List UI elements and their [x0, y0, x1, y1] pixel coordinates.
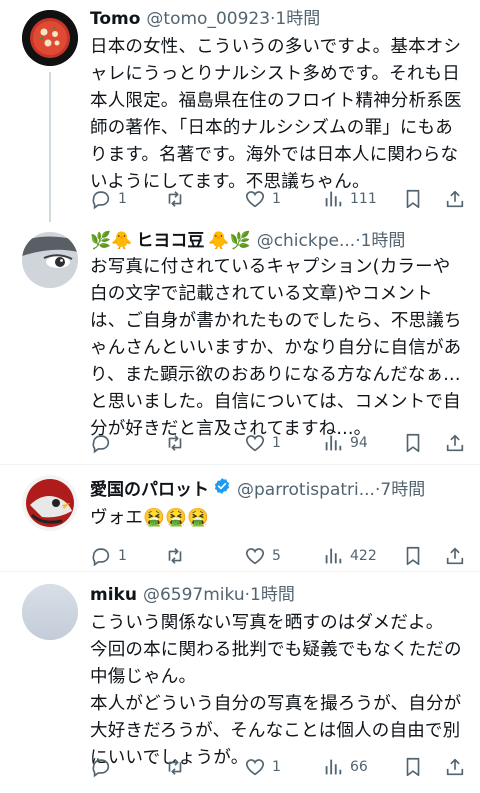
- like-count: 1: [272, 191, 281, 207]
- bookmark-button[interactable]: [402, 188, 424, 210]
- avatar[interactable]: [22, 232, 78, 288]
- timestamp[interactable]: ·1時間: [245, 584, 295, 606]
- username[interactable]: @tomo_00923: [146, 8, 270, 30]
- retweet-button[interactable]: [164, 432, 192, 454]
- tweet-header: 愛国のパロット @parrotispatri... ·7時間: [90, 465, 480, 501]
- retweet-button[interactable]: [164, 756, 192, 778]
- display-name[interactable]: 愛国のパロット: [90, 479, 209, 501]
- like-button[interactable]: 1: [244, 432, 281, 454]
- reply-button[interactable]: [90, 432, 118, 454]
- bookmark-button[interactable]: [402, 432, 424, 454]
- action-bar: 1 1 111: [90, 182, 480, 222]
- retweet-button[interactable]: [164, 545, 192, 567]
- display-name[interactable]: ヒヨコ豆: [136, 230, 204, 252]
- tweet-text: こういう関係ない写真を晒すのはダメだよ。 今回の本に関わる批判でも疑義でもなくた…: [90, 613, 462, 768]
- bookmark-icon: [406, 189, 420, 209]
- bookmark-icon: [406, 433, 420, 453]
- action-bar: 1 66: [90, 750, 480, 790]
- username[interactable]: @parrotispatri...: [237, 479, 375, 501]
- retweet-icon: [168, 759, 182, 775]
- bookmark-icon: [406, 546, 420, 566]
- share-icon: [446, 758, 464, 776]
- bookmark-button[interactable]: [402, 756, 424, 778]
- like-count: 5: [272, 548, 281, 564]
- share-button[interactable]: [444, 756, 466, 778]
- avatar[interactable]: [22, 475, 78, 531]
- reply-icon: [92, 191, 110, 210]
- tweet-text: 日本の女性、こういうの多いですよ。基本オシャレにうっとりナルシスト多めです。それ…: [90, 37, 462, 192]
- reply-button[interactable]: 1: [90, 545, 127, 567]
- views-count: 94: [350, 435, 368, 451]
- tweet[interactable]: 愛国のパロット @parrotispatri... ·7時間 ヴォエ🤮🤮🤮 1 …: [0, 465, 480, 571]
- name-emoji-prefix: 🌿🐥: [90, 231, 133, 251]
- like-button[interactable]: 5: [244, 545, 281, 567]
- username[interactable]: @chickpe...: [257, 230, 356, 252]
- views-icon: [325, 548, 342, 564]
- tweet-header: miku @6597miku ·1時間: [90, 572, 480, 606]
- username[interactable]: @6597miku: [143, 584, 245, 606]
- bookmark-icon: [406, 757, 420, 777]
- reply-icon: [92, 759, 110, 778]
- reply-count: 1: [118, 548, 127, 564]
- like-button[interactable]: 1: [244, 756, 281, 778]
- tweet[interactable]: 🌿🐥 ヒヨコ豆 🐥🌿 @chickpe... ·1時間 お写真に付されているキャ…: [0, 226, 480, 464]
- views-button[interactable]: 94: [322, 432, 368, 454]
- views-icon: [325, 759, 342, 775]
- retweet-icon: [168, 191, 182, 207]
- tweet[interactable]: miku @6597miku ·1時間 こういう関係ない写真を晒すのはダメだよ。…: [0, 572, 480, 788]
- retweet-button[interactable]: [164, 188, 192, 210]
- reply-count: 1: [118, 191, 127, 207]
- share-button[interactable]: [444, 188, 466, 210]
- tweet-text: お写真に付されているキャプション(カラーや白の文字で記載されている文章)やコメン…: [90, 257, 462, 439]
- views-icon: [325, 435, 342, 451]
- like-count: 1: [272, 759, 281, 775]
- share-button[interactable]: [444, 432, 466, 454]
- like-icon: [245, 435, 265, 452]
- like-icon: [245, 191, 265, 208]
- reply-icon: [92, 435, 110, 454]
- share-icon: [446, 547, 464, 565]
- timestamp[interactable]: ·7時間: [375, 479, 425, 501]
- thread-line: [49, 72, 51, 222]
- reply-button[interactable]: [90, 756, 118, 778]
- avatar[interactable]: [22, 10, 78, 66]
- like-icon: [245, 759, 265, 776]
- action-bar: 1 94: [90, 426, 480, 466]
- avatar[interactable]: [22, 584, 78, 640]
- views-button[interactable]: 111: [322, 188, 377, 210]
- views-count: 66: [350, 759, 368, 775]
- verified-badge-icon: [214, 478, 230, 494]
- reply-button[interactable]: 1: [90, 188, 127, 210]
- timestamp[interactable]: ·1時間: [270, 8, 320, 30]
- views-button[interactable]: 66: [322, 756, 368, 778]
- retweet-icon: [168, 548, 182, 564]
- display-name[interactable]: miku: [90, 584, 137, 606]
- like-count: 1: [272, 435, 281, 451]
- name-emoji-suffix: 🐥🌿: [208, 231, 251, 251]
- like-button[interactable]: 1: [244, 188, 281, 210]
- share-button[interactable]: [444, 545, 466, 567]
- share-icon: [446, 190, 464, 208]
- tweet-header: 🌿🐥 ヒヨコ豆 🐥🌿 @chickpe... ·1時間: [90, 226, 480, 252]
- timestamp[interactable]: ·1時間: [355, 230, 405, 252]
- views-icon: [325, 191, 342, 207]
- bookmark-button[interactable]: [402, 545, 424, 567]
- like-icon: [245, 548, 265, 565]
- views-count: 111: [350, 191, 377, 207]
- display-name[interactable]: Tomo: [90, 8, 140, 30]
- tweet-header: Tomo @tomo_00923 ·1時間: [90, 0, 480, 30]
- retweet-icon: [168, 435, 182, 451]
- tweet-text: ヴォエ🤮🤮🤮: [90, 508, 210, 528]
- views-count: 422: [350, 548, 377, 564]
- tweet[interactable]: Tomo @tomo_00923 ·1時間 日本の女性、こういうの多いですよ。基…: [0, 0, 480, 226]
- reply-icon: [92, 548, 110, 567]
- share-icon: [446, 434, 464, 452]
- views-button[interactable]: 422: [322, 545, 377, 567]
